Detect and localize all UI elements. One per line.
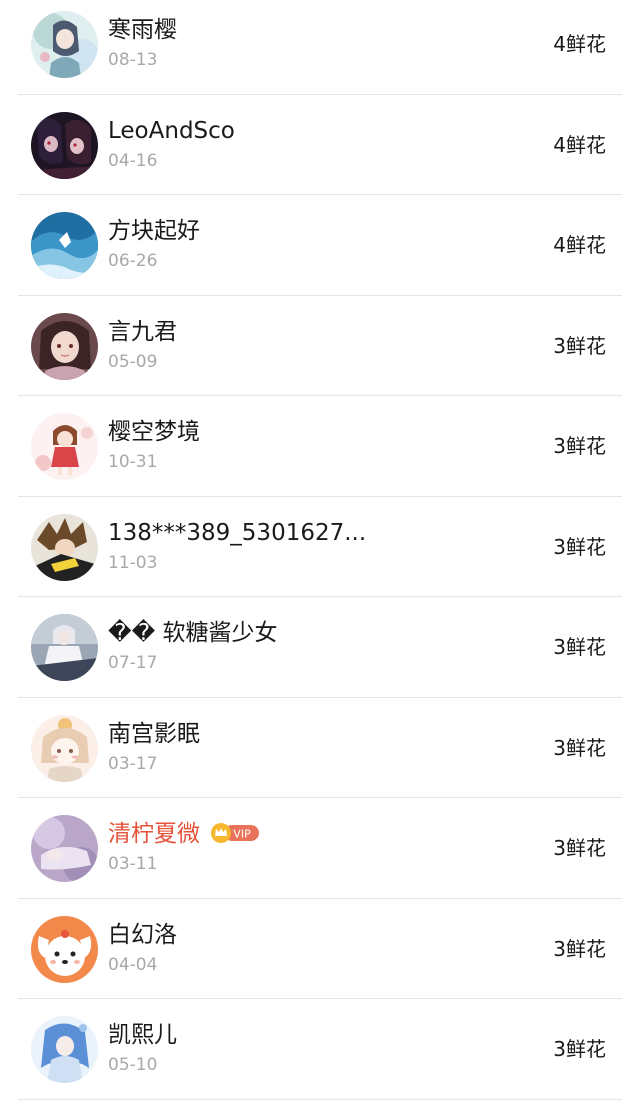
user-name[interactable]: 凯熙儿 — [108, 1021, 177, 1049]
list-item[interactable]: 樱空梦境 10-31 3鲜花 — [0, 396, 640, 497]
list-item[interactable]: 138***389_5301627... 11-03 3鲜花 — [0, 497, 640, 597]
flower-count: 3鲜花 — [553, 735, 606, 760]
date: 07-17 — [108, 653, 158, 673]
user-name[interactable]: 南宫影眠 — [108, 720, 200, 748]
flower-count: 3鲜花 — [553, 635, 606, 659]
date: 11-03 — [108, 552, 158, 573]
flower-count: 4鲜花 — [553, 32, 606, 56]
avatar[interactable] — [31, 212, 98, 279]
list-item[interactable]: 凯熙儿 05-10 3鲜花 — [0, 999, 640, 1100]
date: 03-17 — [108, 753, 158, 774]
flower-count: 3鲜花 — [553, 434, 606, 458]
user-name[interactable]: 樱空梦境 — [108, 418, 200, 446]
avatar[interactable] — [31, 513, 98, 581]
flower-count: 3鲜花 — [553, 1037, 606, 1061]
avatar[interactable] — [31, 11, 98, 78]
list-item[interactable]: LeoAndSco 04-16 4鲜花 — [0, 95, 640, 195]
user-name[interactable]: 白幻洛 — [108, 921, 177, 949]
vip-label: VIP — [233, 827, 251, 840]
user-name[interactable]: 寒雨樱 — [108, 16, 177, 44]
user-name[interactable]: 方块起好 — [108, 217, 200, 245]
list-item[interactable]: 方块起好 06-26 4鲜花 — [0, 195, 640, 296]
date: 05-09 — [108, 351, 158, 372]
flower-count: 4鲜花 — [553, 233, 606, 257]
avatar[interactable] — [31, 614, 98, 681]
date: 04-16 — [108, 150, 158, 171]
flower-count: 3鲜花 — [553, 534, 606, 559]
date: 10-31 — [108, 452, 158, 472]
flower-count: 3鲜花 — [553, 333, 606, 358]
avatar[interactable] — [31, 413, 98, 480]
flower-count: 4鲜花 — [553, 132, 606, 157]
date: 08-13 — [108, 50, 158, 70]
avatar[interactable] — [31, 815, 98, 882]
list-item[interactable]: �� 软糖酱少女 07-17 3鲜花 — [0, 597, 640, 698]
flower-count: 3鲜花 — [553, 836, 606, 860]
flower-count: 3鲜花 — [553, 936, 606, 961]
avatar[interactable] — [31, 111, 98, 179]
divider — [18, 1098, 622, 1100]
list-item[interactable]: 言九君 05-09 3鲜花 — [0, 296, 640, 396]
date: 05-10 — [108, 1055, 158, 1075]
avatar[interactable] — [31, 312, 98, 380]
list-item[interactable]: 南宫影眠 03-17 3鲜花 — [0, 698, 640, 798]
date: 04-04 — [108, 954, 158, 975]
avatar[interactable] — [31, 714, 98, 782]
date: 06-26 — [108, 251, 158, 271]
user-name[interactable]: 138***389_5301627... — [108, 519, 366, 547]
avatar[interactable] — [31, 1016, 98, 1083]
user-name-text[interactable]: 清柠夏微 — [108, 821, 200, 847]
date: 03-11 — [108, 854, 158, 874]
avatar[interactable] — [31, 915, 98, 983]
vip-badge: VIP — [210, 822, 260, 843]
user-name[interactable]: 清柠夏微 VIP — [108, 820, 260, 848]
list-item[interactable]: 清柠夏微 VIP 03-11 3鲜花 — [0, 798, 640, 899]
user-name[interactable]: LeoAndSco — [108, 117, 235, 145]
user-name[interactable]: 言九君 — [108, 318, 177, 346]
list-item[interactable]: 白幻洛 04-04 3鲜花 — [0, 899, 640, 999]
flower-ranking-list: 寒雨樱 08-13 4鲜花 LeoAndSco 04-16 4鲜花 方块起好 0… — [0, 0, 640, 1100]
list-item[interactable]: 寒雨樱 08-13 4鲜花 — [0, 0, 640, 95]
user-name[interactable]: �� 软糖酱少女 — [108, 619, 277, 647]
